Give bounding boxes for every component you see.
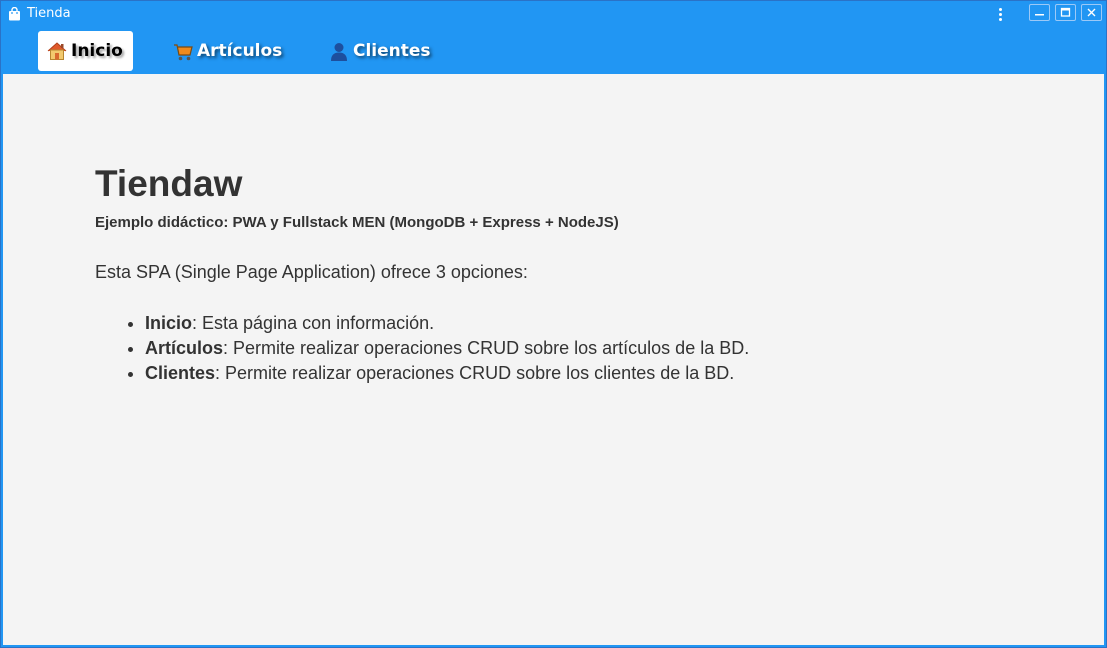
home-icon	[47, 42, 67, 60]
window-title: Tienda	[27, 6, 71, 21]
option-name: Clientes	[145, 363, 216, 383]
options-list: Inicio: Esta página con información. Art…	[95, 311, 749, 386]
nav-label-articulos: Artículos	[197, 41, 283, 61]
nav-item-inicio[interactable]: Inicio	[38, 31, 133, 71]
shopping-bag-icon	[9, 7, 20, 21]
main-content: Tiendaw Ejemplo didáctico: PWA y Fullsta…	[3, 74, 1104, 645]
menu-icon[interactable]	[991, 5, 1009, 23]
option-description: : Permite realizar operaciones CRUD sobr…	[215, 363, 735, 383]
cart-icon	[174, 44, 193, 61]
page-title: Tiendaw	[95, 163, 243, 204]
list-item: Clientes: Permite realizar operaciones C…	[145, 361, 749, 386]
app-window: Tienda Inicio Artículos Clientes Tiendaw…	[0, 0, 1107, 648]
nav-label-inicio: Inicio	[71, 41, 123, 61]
option-name: Inicio	[145, 313, 193, 333]
option-name: Artículos	[145, 338, 224, 358]
title-bar[interactable]: Tienda	[1, 1, 1106, 27]
option-description: : Esta página con información.	[192, 313, 435, 333]
close-icon[interactable]	[1081, 4, 1102, 21]
user-icon	[331, 43, 347, 61]
list-item: Inicio: Esta página con información.	[145, 311, 749, 336]
list-item: Artículos: Permite realizar operaciones …	[145, 336, 749, 361]
maximize-icon[interactable]	[1055, 4, 1076, 21]
option-description: : Permite realizar operaciones CRUD sobr…	[223, 338, 750, 358]
intro-text: Esta SPA (Single Page Application) ofrec…	[95, 262, 528, 282]
page-subtitle: Ejemplo didáctico: PWA y Fullstack MEN (…	[95, 214, 619, 231]
nav-item-articulos[interactable]: Artículos	[164, 31, 294, 71]
nav-label-clientes: Clientes	[353, 41, 431, 61]
minimize-icon[interactable]	[1029, 4, 1050, 21]
nav-item-clientes[interactable]: Clientes	[320, 31, 440, 71]
nav-bar: Inicio Artículos Clientes	[3, 28, 1104, 74]
